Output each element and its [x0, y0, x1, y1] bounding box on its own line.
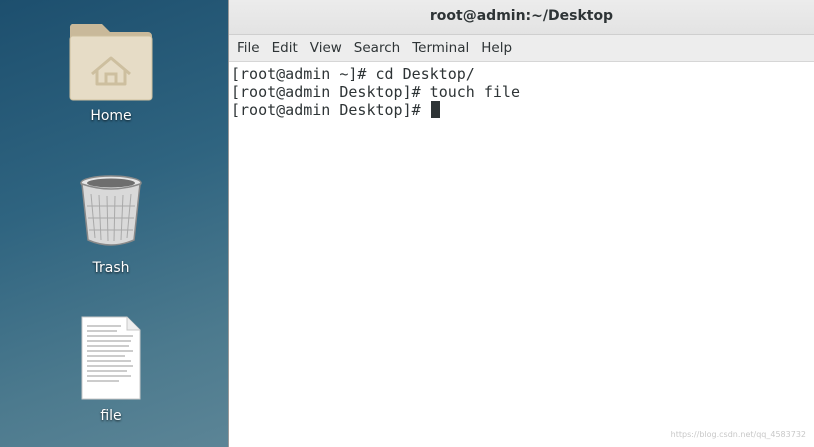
terminal-window: root@admin:~/Desktop File Edit View Sear…	[228, 0, 814, 447]
home-folder-icon	[69, 24, 153, 101]
menu-view[interactable]: View	[304, 40, 348, 56]
desktop-icon-home[interactable]: Home	[51, 18, 171, 130]
menu-edit[interactable]: Edit	[266, 40, 304, 56]
terminal-line: [root@admin ~]# cd Desktop/	[231, 65, 475, 83]
terminal-area[interactable]: [root@admin ~]# cd Desktop/ [root@admin …	[229, 62, 814, 119]
terminal-line: [root@admin Desktop]# touch file	[231, 83, 520, 101]
window-titlebar[interactable]: root@admin:~/Desktop	[229, 0, 814, 35]
menu-help[interactable]: Help	[475, 40, 518, 56]
window-title: root@admin:~/Desktop	[429, 8, 614, 24]
desktop-icon-label: Home	[90, 108, 132, 124]
desktop-icon-label: Trash	[92, 260, 130, 276]
menu-bar: File Edit View Search Terminal Help	[229, 35, 814, 62]
terminal-cursor	[430, 101, 440, 118]
menu-search[interactable]: Search	[348, 40, 406, 56]
menu-file[interactable]: File	[231, 40, 266, 56]
desktop-icon-file[interactable]: file	[51, 316, 171, 428]
text-file-icon	[81, 316, 141, 400]
desktop: Home Trash file	[0, 0, 228, 447]
watermark: https://blog.csdn.net/qq_4583732	[670, 430, 806, 439]
menu-terminal[interactable]: Terminal	[406, 40, 475, 56]
terminal-prompt-line: [root@admin Desktop]#	[231, 101, 814, 119]
desktop-icon-trash[interactable]: Trash	[51, 172, 171, 282]
terminal-prompt: [root@admin Desktop]#	[231, 101, 430, 119]
desktop-icon-label: file	[100, 408, 122, 424]
trash-icon	[80, 175, 142, 246]
